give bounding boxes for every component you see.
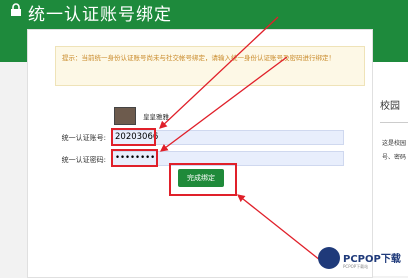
watermark-brand: PCPOP下载: [343, 254, 401, 265]
watermark-subtext: PCPOP下载站: [343, 264, 369, 269]
arrow-to-account: [159, 16, 279, 129]
arrow-to-password: [159, 56, 288, 152]
arrow-to-button: [236, 194, 331, 269]
watermark-logo: [318, 247, 340, 269]
annotation-arrows: [159, 16, 331, 269]
